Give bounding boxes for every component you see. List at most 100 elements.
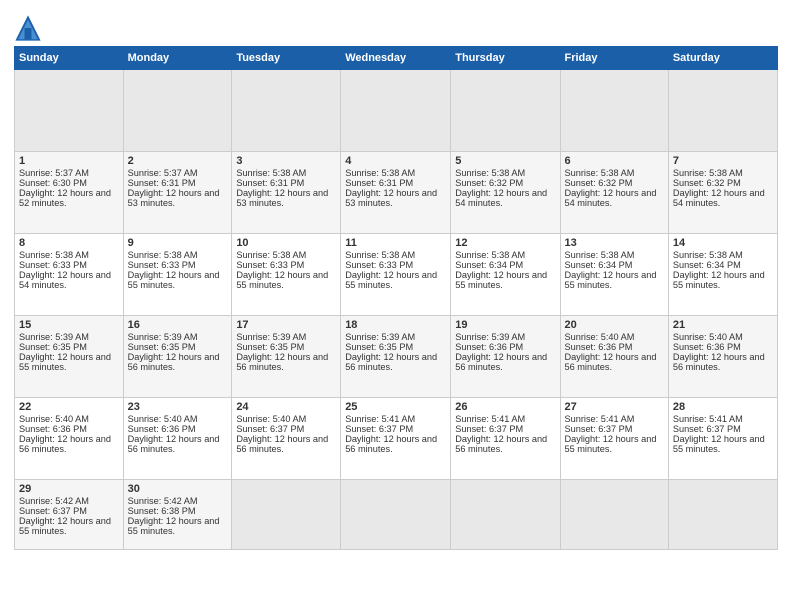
- sunset-label: Sunset: 6:35 PM: [345, 342, 413, 352]
- calendar-week-2: 1Sunrise: 5:37 AMSunset: 6:30 PMDaylight…: [15, 152, 778, 234]
- sunrise-label: Sunrise: 5:38 AM: [236, 250, 306, 260]
- sunset-label: Sunset: 6:36 PM: [565, 342, 633, 352]
- daylight-label: Daylight: 12 hours and 52 minutes.: [19, 188, 111, 208]
- daylight-label: Daylight: 12 hours and 55 minutes.: [455, 270, 547, 290]
- calendar-header-thursday: Thursday: [451, 47, 560, 70]
- sunrise-label: Sunrise: 5:38 AM: [345, 250, 415, 260]
- sunset-label: Sunset: 6:35 PM: [128, 342, 196, 352]
- sunset-label: Sunset: 6:36 PM: [673, 342, 741, 352]
- page: SundayMondayTuesdayWednesdayThursdayFrid…: [0, 0, 792, 612]
- sunset-label: Sunset: 6:30 PM: [19, 178, 87, 188]
- day-number: 27: [565, 401, 664, 413]
- sunrise-label: Sunrise: 5:40 AM: [565, 332, 635, 342]
- calendar-cell: 19Sunrise: 5:39 AMSunset: 6:36 PMDayligh…: [451, 316, 560, 398]
- daylight-label: Daylight: 12 hours and 54 minutes.: [565, 188, 657, 208]
- sunset-label: Sunset: 6:33 PM: [236, 260, 304, 270]
- calendar-cell: 30Sunrise: 5:42 AMSunset: 6:38 PMDayligh…: [123, 480, 232, 550]
- sunrise-label: Sunrise: 5:37 AM: [128, 168, 198, 178]
- sunset-label: Sunset: 6:33 PM: [19, 260, 87, 270]
- calendar-cell: [560, 70, 668, 152]
- day-number: 10: [236, 237, 336, 249]
- daylight-label: Daylight: 12 hours and 56 minutes.: [673, 352, 765, 372]
- sunset-label: Sunset: 6:33 PM: [128, 260, 196, 270]
- daylight-label: Daylight: 12 hours and 54 minutes.: [673, 188, 765, 208]
- daylight-label: Daylight: 12 hours and 54 minutes.: [19, 270, 111, 290]
- sunrise-label: Sunrise: 5:38 AM: [236, 168, 306, 178]
- day-number: 4: [345, 155, 446, 167]
- sunrise-label: Sunrise: 5:38 AM: [345, 168, 415, 178]
- calendar-cell: 26Sunrise: 5:41 AMSunset: 6:37 PMDayligh…: [451, 398, 560, 480]
- calendar-header-wednesday: Wednesday: [341, 47, 451, 70]
- calendar-cell: 25Sunrise: 5:41 AMSunset: 6:37 PMDayligh…: [341, 398, 451, 480]
- sunrise-label: Sunrise: 5:38 AM: [565, 250, 635, 260]
- calendar-cell: [560, 480, 668, 550]
- sunset-label: Sunset: 6:32 PM: [455, 178, 523, 188]
- daylight-label: Daylight: 12 hours and 56 minutes.: [455, 434, 547, 454]
- day-number: 23: [128, 401, 228, 413]
- daylight-label: Daylight: 12 hours and 56 minutes.: [128, 352, 220, 372]
- calendar-cell: 4Sunrise: 5:38 AMSunset: 6:31 PMDaylight…: [341, 152, 451, 234]
- day-number: 28: [673, 401, 773, 413]
- sunset-label: Sunset: 6:34 PM: [673, 260, 741, 270]
- day-number: 17: [236, 319, 336, 331]
- sunset-label: Sunset: 6:37 PM: [673, 424, 741, 434]
- calendar-cell: 24Sunrise: 5:40 AMSunset: 6:37 PMDayligh…: [232, 398, 341, 480]
- sunset-label: Sunset: 6:32 PM: [565, 178, 633, 188]
- calendar-cell: 7Sunrise: 5:38 AMSunset: 6:32 PMDaylight…: [668, 152, 777, 234]
- sunrise-label: Sunrise: 5:40 AM: [19, 414, 89, 424]
- day-number: 11: [345, 237, 446, 249]
- daylight-label: Daylight: 12 hours and 56 minutes.: [455, 352, 547, 372]
- logo: [14, 14, 46, 42]
- calendar-header-friday: Friday: [560, 47, 668, 70]
- day-number: 24: [236, 401, 336, 413]
- calendar-cell: 9Sunrise: 5:38 AMSunset: 6:33 PMDaylight…: [123, 234, 232, 316]
- calendar-cell: 21Sunrise: 5:40 AMSunset: 6:36 PMDayligh…: [668, 316, 777, 398]
- calendar-cell: 16Sunrise: 5:39 AMSunset: 6:35 PMDayligh…: [123, 316, 232, 398]
- sunrise-label: Sunrise: 5:39 AM: [345, 332, 415, 342]
- daylight-label: Daylight: 12 hours and 55 minutes.: [565, 434, 657, 454]
- daylight-label: Daylight: 12 hours and 56 minutes.: [345, 352, 437, 372]
- daylight-label: Daylight: 12 hours and 56 minutes.: [19, 434, 111, 454]
- daylight-label: Daylight: 12 hours and 56 minutes.: [128, 434, 220, 454]
- calendar-cell: 27Sunrise: 5:41 AMSunset: 6:37 PMDayligh…: [560, 398, 668, 480]
- sunrise-label: Sunrise: 5:42 AM: [128, 496, 198, 506]
- calendar-cell: 10Sunrise: 5:38 AMSunset: 6:33 PMDayligh…: [232, 234, 341, 316]
- sunrise-label: Sunrise: 5:39 AM: [128, 332, 198, 342]
- day-number: 20: [565, 319, 664, 331]
- header: [14, 10, 778, 42]
- day-number: 1: [19, 155, 119, 167]
- daylight-label: Daylight: 12 hours and 56 minutes.: [236, 352, 328, 372]
- calendar-header-saturday: Saturday: [668, 47, 777, 70]
- day-number: 12: [455, 237, 555, 249]
- day-number: 13: [565, 237, 664, 249]
- logo-icon: [14, 14, 42, 42]
- calendar-cell: 22Sunrise: 5:40 AMSunset: 6:36 PMDayligh…: [15, 398, 124, 480]
- day-number: 18: [345, 319, 446, 331]
- calendar-cell: [232, 480, 341, 550]
- day-number: 29: [19, 483, 119, 495]
- calendar-cell: 14Sunrise: 5:38 AMSunset: 6:34 PMDayligh…: [668, 234, 777, 316]
- calendar-cell: 5Sunrise: 5:38 AMSunset: 6:32 PMDaylight…: [451, 152, 560, 234]
- day-number: 3: [236, 155, 336, 167]
- day-number: 19: [455, 319, 555, 331]
- sunset-label: Sunset: 6:37 PM: [19, 506, 87, 516]
- daylight-label: Daylight: 12 hours and 53 minutes.: [128, 188, 220, 208]
- sunrise-label: Sunrise: 5:42 AM: [19, 496, 89, 506]
- day-number: 21: [673, 319, 773, 331]
- daylight-label: Daylight: 12 hours and 56 minutes.: [565, 352, 657, 372]
- sunset-label: Sunset: 6:34 PM: [455, 260, 523, 270]
- calendar-cell: 13Sunrise: 5:38 AMSunset: 6:34 PMDayligh…: [560, 234, 668, 316]
- calendar-header-tuesday: Tuesday: [232, 47, 341, 70]
- sunrise-label: Sunrise: 5:38 AM: [565, 168, 635, 178]
- calendar-cell: 12Sunrise: 5:38 AMSunset: 6:34 PMDayligh…: [451, 234, 560, 316]
- calendar-cell: [451, 70, 560, 152]
- sunset-label: Sunset: 6:32 PM: [673, 178, 741, 188]
- sunrise-label: Sunrise: 5:39 AM: [455, 332, 525, 342]
- calendar-cell: 3Sunrise: 5:38 AMSunset: 6:31 PMDaylight…: [232, 152, 341, 234]
- sunrise-label: Sunrise: 5:37 AM: [19, 168, 89, 178]
- sunset-label: Sunset: 6:35 PM: [19, 342, 87, 352]
- calendar-cell: 18Sunrise: 5:39 AMSunset: 6:35 PMDayligh…: [341, 316, 451, 398]
- day-number: 9: [128, 237, 228, 249]
- calendar-cell: 8Sunrise: 5:38 AMSunset: 6:33 PMDaylight…: [15, 234, 124, 316]
- sunset-label: Sunset: 6:36 PM: [19, 424, 87, 434]
